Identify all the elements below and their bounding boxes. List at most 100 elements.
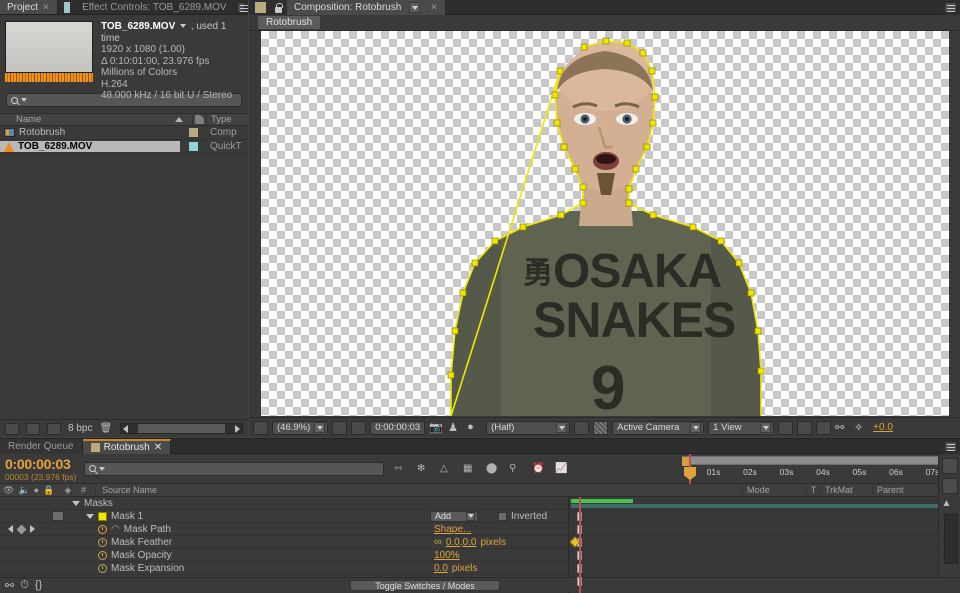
timeline-row-masks[interactable]: Masks <box>0 497 568 510</box>
mask-expansion-value[interactable]: 0.0 <box>434 563 448 574</box>
motion-blur-icon[interactable]: ⬤ <box>486 463 500 475</box>
tab-effect-controls[interactable]: Effect Controls: TOB_6289.MOV <box>75 0 234 14</box>
chevron-down-icon[interactable] <box>314 422 326 433</box>
column-trkmat[interactable]: TrkMat <box>820 485 872 495</box>
exposure-icon[interactable]: ✧ <box>854 421 869 435</box>
viewer-timecode[interactable]: 0:00:00:03 <box>370 420 426 435</box>
solo-icon[interactable]: ● <box>34 485 39 495</box>
comp-flowchart-icon[interactable]: ⚯ <box>835 421 850 435</box>
chevron-down-icon[interactable] <box>99 466 105 471</box>
scroll-left-icon[interactable] <box>123 424 129 433</box>
mask-opacity-value[interactable]: 100% <box>434 550 460 561</box>
close-icon[interactable]: ✕ <box>154 442 162 453</box>
mask-mode-dropdown[interactable]: Add <box>430 510 478 522</box>
lock-icon[interactable]: 🔒 <box>43 485 54 496</box>
stopwatch-icon[interactable] <box>98 524 107 534</box>
auto-keyframe-icon[interactable]: ⏰ <box>532 463 546 475</box>
column-name[interactable]: Name <box>0 114 166 125</box>
asset-menu-caret-icon[interactable] <box>180 24 187 29</box>
snapshot-icon[interactable]: 📷 <box>429 421 444 435</box>
audio-icon[interactable]: 🔈 <box>18 485 29 496</box>
graph-editor-icon[interactable]: 📈 <box>555 463 569 475</box>
disclosure-triangle-icon[interactable] <box>72 500 80 506</box>
interpret-footage-icon[interactable] <box>5 422 19 435</box>
keyframe-navigator[interactable] <box>0 524 72 534</box>
label-color-icon[interactable]: ◈ <box>64 485 71 496</box>
brainstorm-icon[interactable]: ⚲ <box>509 463 523 475</box>
always-preview-icon[interactable] <box>253 420 268 435</box>
column-t[interactable]: T <box>806 485 820 495</box>
timeline-search-input[interactable] <box>84 461 384 476</box>
stopwatch-icon[interactable] <box>98 537 107 547</box>
timeline-ruler[interactable]: 01s 02s 03s 04s 05s 06s 07s <box>677 454 960 484</box>
composition-mini-flowchart-icon[interactable]: ⇿ <box>394 463 408 475</box>
panel-menu-icon[interactable] <box>236 1 249 13</box>
chevron-down-icon[interactable] <box>21 98 27 102</box>
transparency-grid-icon[interactable] <box>574 420 590 435</box>
label-color-icon[interactable] <box>195 115 204 124</box>
mask-path-value[interactable]: Shape... <box>434 524 471 535</box>
timeline-icon[interactable] <box>816 420 832 435</box>
views-dropdown[interactable]: 1 View <box>708 420 775 435</box>
fast-previews-icon[interactable] <box>797 420 813 435</box>
draft-3d-icon[interactable]: ✻ <box>417 463 431 475</box>
channel-icon[interactable]: ● <box>467 421 482 435</box>
exposure-value[interactable]: +0.0 <box>873 422 893 433</box>
current-time-display[interactable]: 0:00:00:03 00003 (23.976 fps) <box>0 454 84 483</box>
list-item[interactable]: TOB_6289.MOV QuickT <box>0 140 248 154</box>
column-type[interactable]: Type <box>206 114 248 125</box>
pixel-aspect-icon[interactable] <box>778 420 794 435</box>
track-row[interactable] <box>569 523 960 536</box>
expression-icon[interactable]: {} <box>35 579 42 591</box>
track-row[interactable] <box>569 536 960 549</box>
mask-color-swatch[interactable] <box>98 511 107 521</box>
shield-icon[interactable] <box>941 458 958 474</box>
timeline-row-mask-1[interactable]: Mask 1 Add Inverted <box>0 510 568 523</box>
region-of-interest-icon[interactable] <box>351 420 367 435</box>
composition-flowchart-icon[interactable]: ⚯ <box>5 579 14 592</box>
camera-icon[interactable] <box>941 478 958 494</box>
timeline-vscrollbar[interactable] <box>944 514 958 564</box>
panel-menu-icon[interactable] <box>944 441 957 452</box>
label-swatch[interactable] <box>188 128 198 137</box>
layer-duration-bar[interactable] <box>571 504 960 508</box>
tab-project[interactable]: Project ✕ <box>0 0 58 14</box>
playhead-line[interactable] <box>579 497 581 593</box>
timeline-row-mask-expansion[interactable]: Mask Expansion 0.0 pixels <box>0 562 568 575</box>
new-folder-icon[interactable] <box>26 422 40 435</box>
mask-feather-value[interactable]: 0.0,0.0 <box>446 537 477 548</box>
delete-icon[interactable]: 🗑 <box>99 423 113 435</box>
sort-ascending-icon[interactable] <box>175 117 183 122</box>
camera-dropdown[interactable]: Active Camera <box>612 420 705 435</box>
track-row[interactable] <box>569 497 960 510</box>
show-snapshot-icon[interactable]: ♟ <box>448 421 463 435</box>
link-dimensions-icon[interactable]: ∞ <box>434 536 442 548</box>
add-keyframe-icon[interactable] <box>16 524 27 534</box>
tab-composition[interactable]: Composition: Rotobrush ✕ <box>287 0 445 15</box>
grid-guides-icon[interactable] <box>332 420 348 435</box>
next-keyframe-icon[interactable] <box>30 525 35 533</box>
chevron-down-icon[interactable] <box>466 511 475 521</box>
disclosure-triangle-icon[interactable] <box>86 513 94 519</box>
graph-editor-toggle-icon[interactable]: ⏱ <box>20 579 29 592</box>
frame-blending-icon[interactable]: ▦ <box>463 463 477 475</box>
column-source-name[interactable]: Source Name <box>96 485 742 495</box>
project-hscrollbar[interactable] <box>120 423 243 434</box>
playhead[interactable] <box>684 454 696 484</box>
tab-render-queue[interactable]: Render Queue <box>0 439 83 454</box>
chevron-down-icon[interactable] <box>690 422 702 433</box>
zoom-dropdown[interactable]: (46.9%) <box>272 420 329 435</box>
work-area-bar[interactable] <box>682 456 948 466</box>
toggle-transparency-icon[interactable] <box>593 420 609 435</box>
graph-icon[interactable]: ◠ <box>111 524 120 535</box>
timeline-row-mask-opacity[interactable]: Mask Opacity 100% <box>0 549 568 562</box>
close-icon[interactable]: ✕ <box>42 2 50 13</box>
scroll-up-icon[interactable]: ▲ <box>942 498 958 514</box>
panel-menu-icon[interactable] <box>944 2 957 13</box>
hide-shy-layers-icon[interactable]: △ <box>440 463 454 475</box>
chevron-down-icon[interactable] <box>556 422 568 433</box>
stopwatch-icon[interactable] <box>98 563 107 573</box>
inverted-checkbox[interactable] <box>498 511 507 521</box>
track-row[interactable] <box>569 562 960 575</box>
stopwatch-icon[interactable] <box>98 550 107 560</box>
